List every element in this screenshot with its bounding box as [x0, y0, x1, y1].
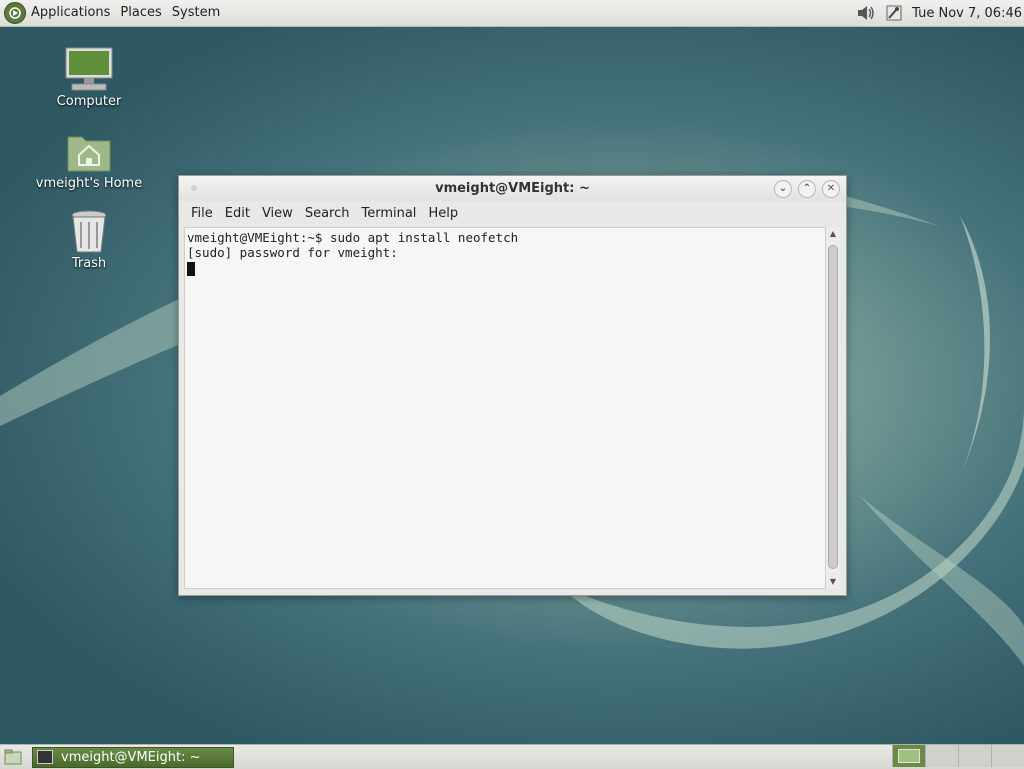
taskbar-terminal-button[interactable]: vmeight@VMEight: ~	[32, 746, 234, 768]
desktop-icon-label: Computer	[56, 94, 122, 109]
menu-edit[interactable]: Edit	[219, 206, 256, 221]
terminal-cursor-line	[187, 260, 823, 276]
system-menu[interactable]: System	[167, 0, 225, 26]
workspace-3[interactable]	[958, 745, 991, 767]
desktop-icon-home[interactable]: vmeight's Home	[29, 128, 149, 191]
scrollbar-thumb[interactable]	[828, 245, 838, 569]
window-menu-dot[interactable]	[191, 185, 197, 191]
menu-terminal[interactable]: Terminal	[355, 206, 422, 221]
text-cursor	[187, 261, 195, 276]
workspace-4[interactable]	[991, 745, 1024, 767]
panel-tray: Tue Nov 7, 06:46	[852, 0, 1024, 26]
minimize-button[interactable]: ⌄	[774, 180, 792, 198]
taskbar-label: vmeight@VMEight: ~	[61, 749, 201, 765]
menu-search[interactable]: Search	[299, 206, 356, 221]
trash-icon	[63, 208, 115, 256]
computer-icon	[63, 46, 115, 94]
terminal-line: [sudo] password for vmeight:	[187, 245, 398, 260]
workspace-2[interactable]	[925, 745, 958, 767]
terminal-output[interactable]: vmeight@VMEight:~$ sudo apt install neof…	[184, 227, 826, 589]
workspace-switcher	[892, 745, 1024, 769]
desktop-icon-trash[interactable]: Trash	[29, 208, 149, 271]
top-panel: Applications Places System Tue Nov 7, 06…	[0, 0, 1024, 27]
places-menu[interactable]: Places	[115, 0, 166, 26]
applications-menu[interactable]: Applications	[26, 0, 115, 26]
terminal-line: vmeight@VMEight:~$ sudo apt install neof…	[187, 230, 519, 245]
menu-file[interactable]: File	[185, 206, 219, 221]
network-icon[interactable]	[884, 3, 904, 23]
window-title: vmeight@VMEight: ~	[435, 181, 590, 196]
volume-icon[interactable]	[856, 3, 876, 23]
applications-menu-icon[interactable]	[4, 2, 26, 24]
close-button[interactable]: ✕	[822, 180, 840, 198]
bottom-panel: vmeight@VMEight: ~	[0, 744, 1024, 769]
menu-view[interactable]: View	[256, 206, 299, 221]
menu-help[interactable]: Help	[422, 206, 464, 221]
workspace-1[interactable]	[892, 745, 925, 767]
desktop-icon-label: Trash	[71, 256, 107, 271]
terminal-window: vmeight@VMEight: ~ ⌄ ⌃ ✕ File Edit View …	[178, 175, 847, 596]
maximize-button[interactable]: ⌃	[798, 180, 816, 198]
window-titlebar[interactable]: vmeight@VMEight: ~ ⌄ ⌃ ✕	[179, 176, 846, 201]
scroll-down-arrow-icon[interactable]: ▼	[826, 575, 840, 589]
show-desktop-icon[interactable]	[2, 748, 24, 766]
desktop-icon-computer[interactable]: Computer	[29, 46, 149, 109]
terminal-task-icon	[37, 750, 53, 764]
desktop-icon-label: vmeight's Home	[35, 176, 143, 191]
scroll-up-arrow-icon[interactable]: ▲	[826, 227, 840, 241]
clock[interactable]: Tue Nov 7, 06:46	[908, 6, 1024, 21]
terminal-menubar: File Edit View Search Terminal Help	[179, 201, 846, 225]
terminal-scrollbar[interactable]: ▲ ▼	[826, 227, 840, 589]
home-folder-icon	[63, 128, 115, 176]
